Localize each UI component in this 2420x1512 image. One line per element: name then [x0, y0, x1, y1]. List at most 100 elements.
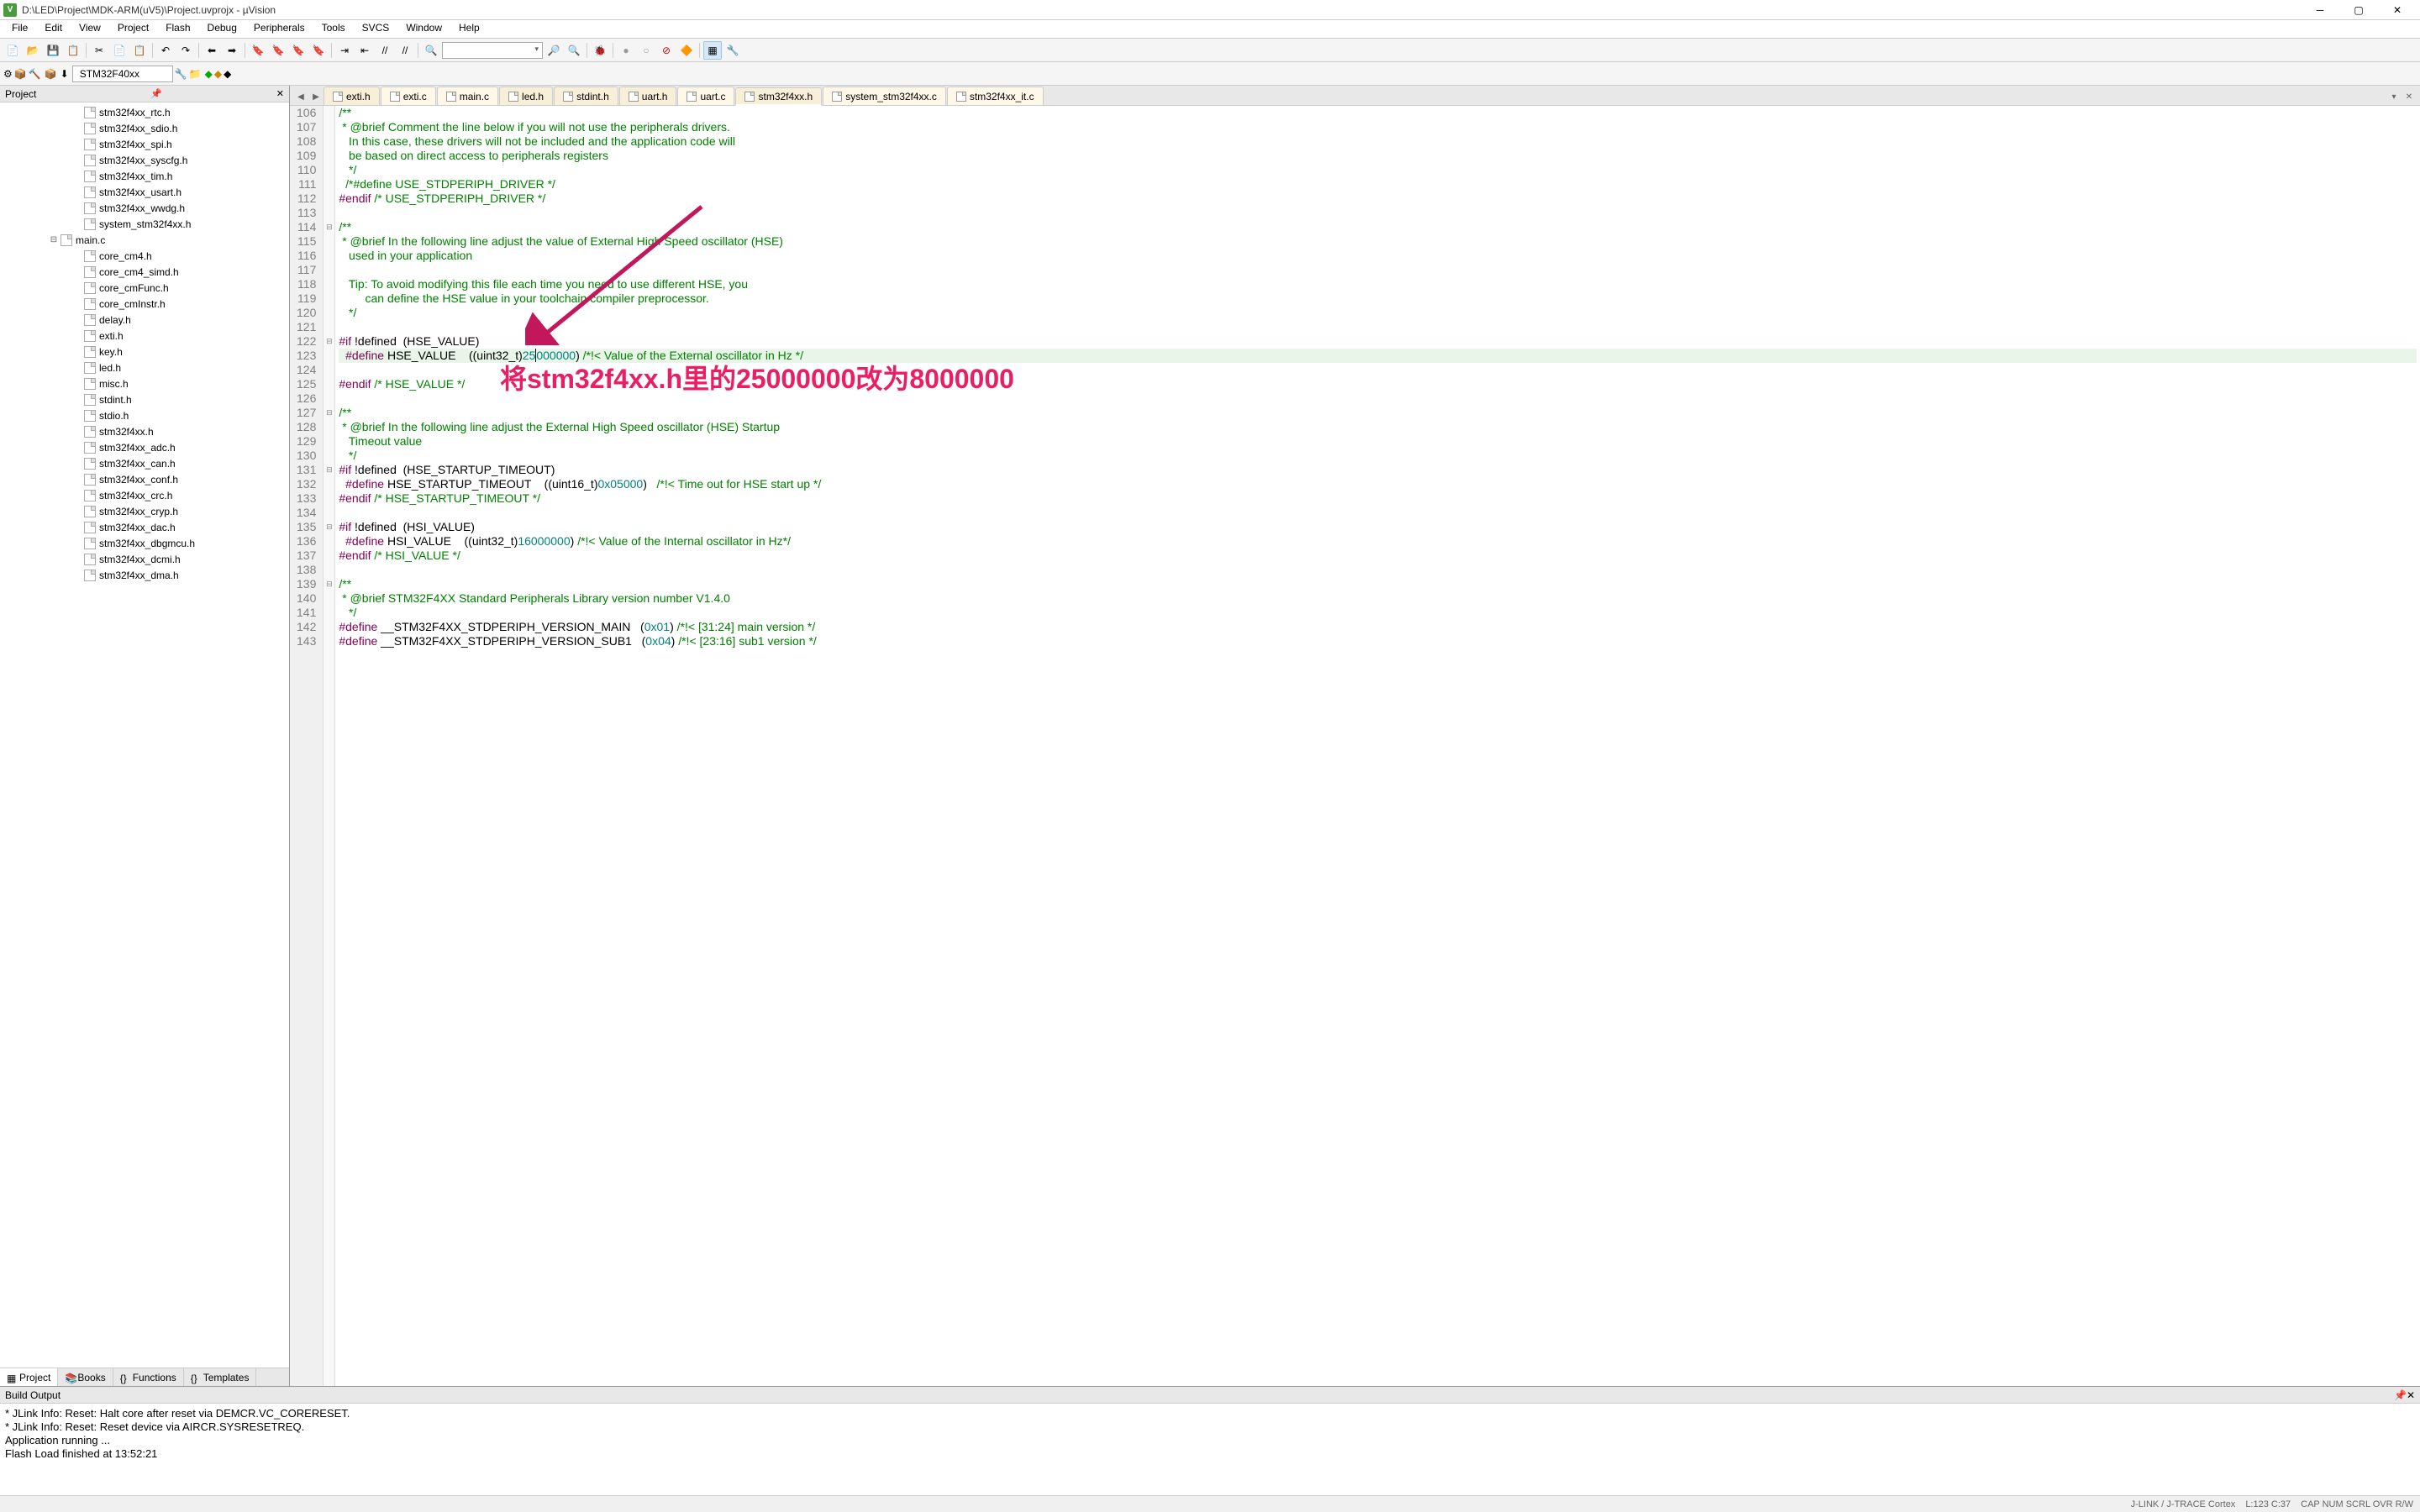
menu-edit[interactable]: Edit: [36, 20, 71, 38]
rebuild-icon[interactable]: 🔨: [29, 68, 41, 80]
menu-project[interactable]: Project: [109, 20, 157, 38]
tree-file[interactable]: core_cmFunc.h: [0, 280, 289, 296]
pin-icon[interactable]: 📌: [2394, 1389, 2407, 1401]
target-selector[interactable]: STM32F40xx: [72, 66, 173, 82]
panel-close-icon[interactable]: ✕: [2407, 1389, 2415, 1401]
tree-file[interactable]: stdint.h: [0, 391, 289, 407]
fold-marker[interactable]: ⊟: [324, 334, 334, 349]
build-icon[interactable]: 📦: [14, 68, 27, 80]
code-line[interactable]: be based on direct access to peripherals…: [339, 149, 2417, 163]
code-line[interactable]: [339, 263, 2417, 277]
project-tree[interactable]: stm32f4xx_rtc.hstm32f4xx_sdio.hstm32f4xx…: [0, 102, 289, 1368]
code-content[interactable]: /** * @brief Comment the line below if y…: [335, 106, 2420, 1386]
find-combo[interactable]: [442, 42, 543, 59]
tree-file[interactable]: stm32f4xx_dbgmcu.h: [0, 535, 289, 551]
code-line[interactable]: * @brief STM32F4XX Standard Peripherals …: [339, 591, 2417, 606]
code-line[interactable]: [339, 363, 2417, 377]
tree-file[interactable]: stm32f4xx_usart.h: [0, 184, 289, 200]
fold-marker[interactable]: ⊟: [324, 220, 334, 234]
manage-icon[interactable]: 📁: [189, 68, 202, 80]
code-line[interactable]: used in your application: [339, 249, 2417, 263]
tab-nav-right-icon[interactable]: ▶: [308, 88, 324, 105]
editor-tab[interactable]: exti.h: [324, 87, 380, 105]
incremental-find-icon[interactable]: 🔍: [565, 41, 583, 60]
menu-window[interactable]: Window: [397, 20, 450, 38]
manage-rte-icon[interactable]: ◆: [205, 68, 213, 80]
comment-icon[interactable]: //: [376, 41, 394, 60]
debug-icon[interactable]: 🐞: [591, 41, 609, 60]
pack-installer-icon[interactable]: ◆: [224, 68, 231, 80]
translate-icon[interactable]: ⚙: [3, 68, 13, 80]
pin-icon[interactable]: 📌: [150, 88, 162, 99]
tree-file[interactable]: core_cm4.h: [0, 248, 289, 264]
menu-peripherals[interactable]: Peripherals: [245, 20, 313, 38]
batch-build-icon[interactable]: 📦: [45, 68, 57, 80]
code-line[interactable]: /**: [339, 577, 2417, 591]
code-line[interactable]: Timeout value: [339, 434, 2417, 449]
tree-file[interactable]: system_stm32f4xx.h: [0, 216, 289, 232]
tree-file[interactable]: stm32f4xx_dac.h: [0, 519, 289, 535]
tree-file[interactable]: stm32f4xx_dma.h: [0, 567, 289, 583]
code-line[interactable]: */: [339, 306, 2417, 320]
code-line[interactable]: #if !defined (HSI_VALUE): [339, 520, 2417, 534]
menu-debug[interactable]: Debug: [199, 20, 245, 38]
tab-close-icon[interactable]: ✕: [2402, 88, 2417, 105]
tree-file[interactable]: stm32f4xx_conf.h: [0, 471, 289, 487]
code-line[interactable]: #define HSI_VALUE ((uint32_t)16000000) /…: [339, 534, 2417, 549]
editor-tab[interactable]: led.h: [499, 87, 553, 105]
undo-icon[interactable]: ↶: [156, 41, 175, 60]
panel-close-icon[interactable]: ✕: [276, 88, 284, 99]
fold-marker[interactable]: ⊟: [324, 463, 334, 477]
tree-file[interactable]: stm32f4xx_tim.h: [0, 168, 289, 184]
tree-file[interactable]: delay.h: [0, 312, 289, 328]
code-line[interactable]: */: [339, 163, 2417, 177]
menu-help[interactable]: Help: [450, 20, 488, 38]
tree-file[interactable]: ⊟main.c: [0, 232, 289, 248]
code-line[interactable]: [339, 506, 2417, 520]
tree-file[interactable]: stm32f4xx_dcmi.h: [0, 551, 289, 567]
breakpoint-icon[interactable]: ●: [617, 41, 635, 60]
code-line[interactable]: #endif /* HSI_VALUE */: [339, 549, 2417, 563]
fold-marker[interactable]: ⊟: [324, 577, 334, 591]
tree-file[interactable]: core_cmInstr.h: [0, 296, 289, 312]
download-icon[interactable]: ⬇: [60, 68, 69, 80]
fold-column[interactable]: ⊟⊟⊟⊟⊟⊟: [324, 106, 335, 1386]
bookmark-clear-icon[interactable]: 🔖: [309, 41, 328, 60]
code-line[interactable]: [339, 320, 2417, 334]
redo-icon[interactable]: ↷: [176, 41, 195, 60]
code-line[interactable]: [339, 206, 2417, 220]
indent-icon[interactable]: ⇥: [335, 41, 354, 60]
tree-file[interactable]: core_cm4_simd.h: [0, 264, 289, 280]
code-line[interactable]: #define HSE_STARTUP_TIMEOUT ((uint16_t)0…: [339, 477, 2417, 491]
code-line[interactable]: /**: [339, 406, 2417, 420]
tree-file[interactable]: stm32f4xx_rtc.h: [0, 104, 289, 120]
editor-tab[interactable]: system_stm32f4xx.c: [823, 87, 946, 105]
menu-file[interactable]: File: [3, 20, 36, 38]
code-line[interactable]: [339, 563, 2417, 577]
panel-tab-templates[interactable]: {}Templates: [184, 1368, 257, 1386]
code-line[interactable]: */: [339, 449, 2417, 463]
menu-view[interactable]: View: [71, 20, 109, 38]
code-line[interactable]: * @brief Comment the line below if you w…: [339, 120, 2417, 134]
tree-file[interactable]: stm32f4xx_crc.h: [0, 487, 289, 503]
close-button[interactable]: ✕: [2378, 0, 2417, 20]
code-line[interactable]: In this case, these drivers will not be …: [339, 134, 2417, 149]
code-line[interactable]: /*#define USE_STDPERIPH_DRIVER */: [339, 177, 2417, 192]
tree-file[interactable]: stm32f4xx.h: [0, 423, 289, 439]
nav-back-icon[interactable]: ⬅: [203, 41, 221, 60]
tree-file[interactable]: misc.h: [0, 375, 289, 391]
outdent-icon[interactable]: ⇤: [355, 41, 374, 60]
code-line[interactable]: #define __STM32F4XX_STDPERIPH_VERSION_MA…: [339, 620, 2417, 634]
code-line[interactable]: can define the HSE value in your toolcha…: [339, 291, 2417, 306]
paste-icon[interactable]: 📋: [130, 41, 149, 60]
new-file-icon[interactable]: 📄: [3, 41, 22, 60]
tree-file[interactable]: stm32f4xx_syscfg.h: [0, 152, 289, 168]
tree-file[interactable]: key.h: [0, 344, 289, 360]
editor-tab[interactable]: stm32f4xx_it.c: [947, 87, 1044, 105]
find-in-files-icon[interactable]: 🔎: [544, 41, 563, 60]
menu-tools[interactable]: Tools: [313, 20, 354, 38]
editor-tab[interactable]: main.c: [437, 87, 498, 105]
editor-tab[interactable]: uart.h: [619, 87, 677, 105]
code-line[interactable]: #endif /* HSE_VALUE */: [339, 377, 2417, 391]
tree-file[interactable]: led.h: [0, 360, 289, 375]
